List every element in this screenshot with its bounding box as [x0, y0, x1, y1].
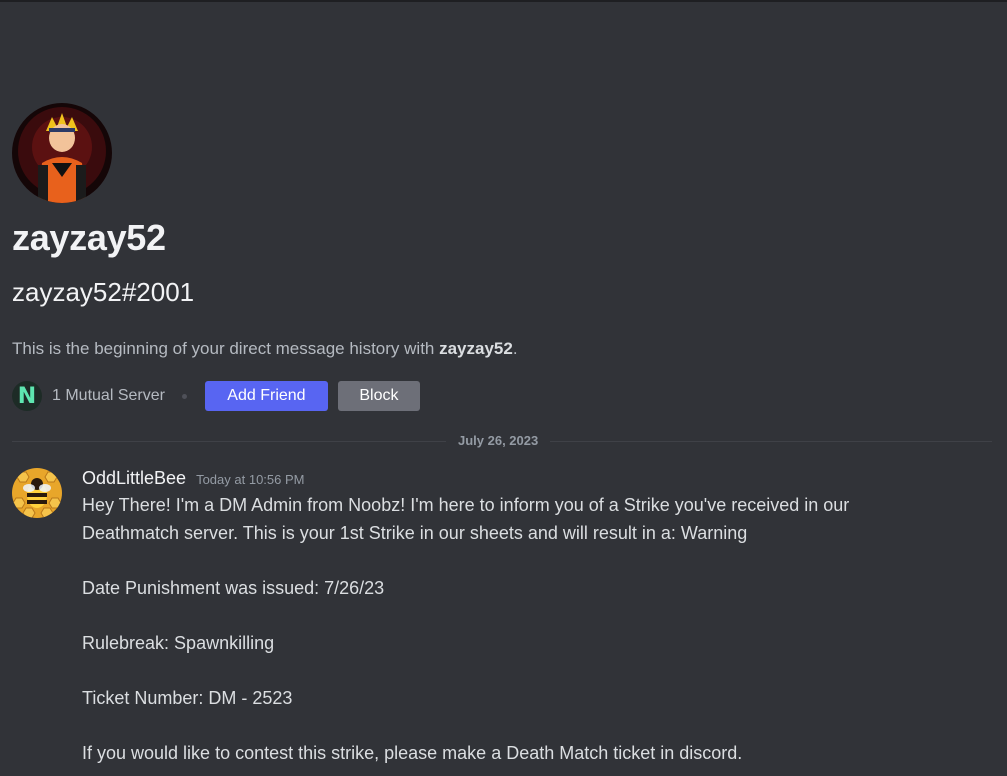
message-content: Hey There! I'm a DM Admin from Noobz! I'… — [82, 492, 982, 767]
message-author-name[interactable]: OddLittleBee — [82, 468, 186, 489]
message-line: Date Punishment was issued: 7/26/23 — [82, 577, 385, 598]
intro-username: zayzay52 — [439, 339, 513, 358]
anime-character-avatar-icon — [12, 103, 112, 203]
separator-dot — [181, 393, 187, 399]
mutual-server-row: N 1 Mutual Server Add Friend Block — [12, 381, 420, 411]
message-line: If you would like to contest this strike… — [82, 742, 743, 763]
message-timestamp[interactable]: Today at 10:56 PM — [196, 472, 304, 487]
profile-avatar[interactable] — [12, 103, 112, 203]
add-friend-button[interactable]: Add Friend — [204, 381, 328, 411]
dm-history-intro: This is the beginning of your direct mes… — [12, 338, 518, 360]
bee-avatar-icon — [12, 468, 62, 518]
message-header: OddLittleBee Today at 10:56 PM — [82, 468, 304, 489]
profile-display-name: zayzay52 — [12, 217, 166, 258]
message-line: Deathmatch server. This is your 1st Stri… — [82, 522, 748, 543]
intro-prefix: This is the beginning of your direct mes… — [12, 339, 440, 358]
message-line: Rulebreak: Spawnkilling — [82, 632, 275, 653]
message-author-avatar[interactable] — [12, 468, 62, 518]
mutual-server-icon[interactable]: N — [12, 381, 42, 411]
intro-suffix: . — [512, 339, 518, 358]
profile-username-tag: zayzay52#2001 — [12, 277, 195, 307]
message-line: Ticket Number: DM - 2523 — [82, 687, 293, 708]
mutual-server-count[interactable]: 1 Mutual Server — [52, 387, 165, 405]
message-line: Hey There! I'm a DM Admin from Noobz! I'… — [82, 495, 850, 515]
top-border — [0, 0, 1007, 2]
date-divider-label: July 26, 2023 — [446, 432, 551, 450]
block-button[interactable]: Block — [337, 381, 420, 411]
